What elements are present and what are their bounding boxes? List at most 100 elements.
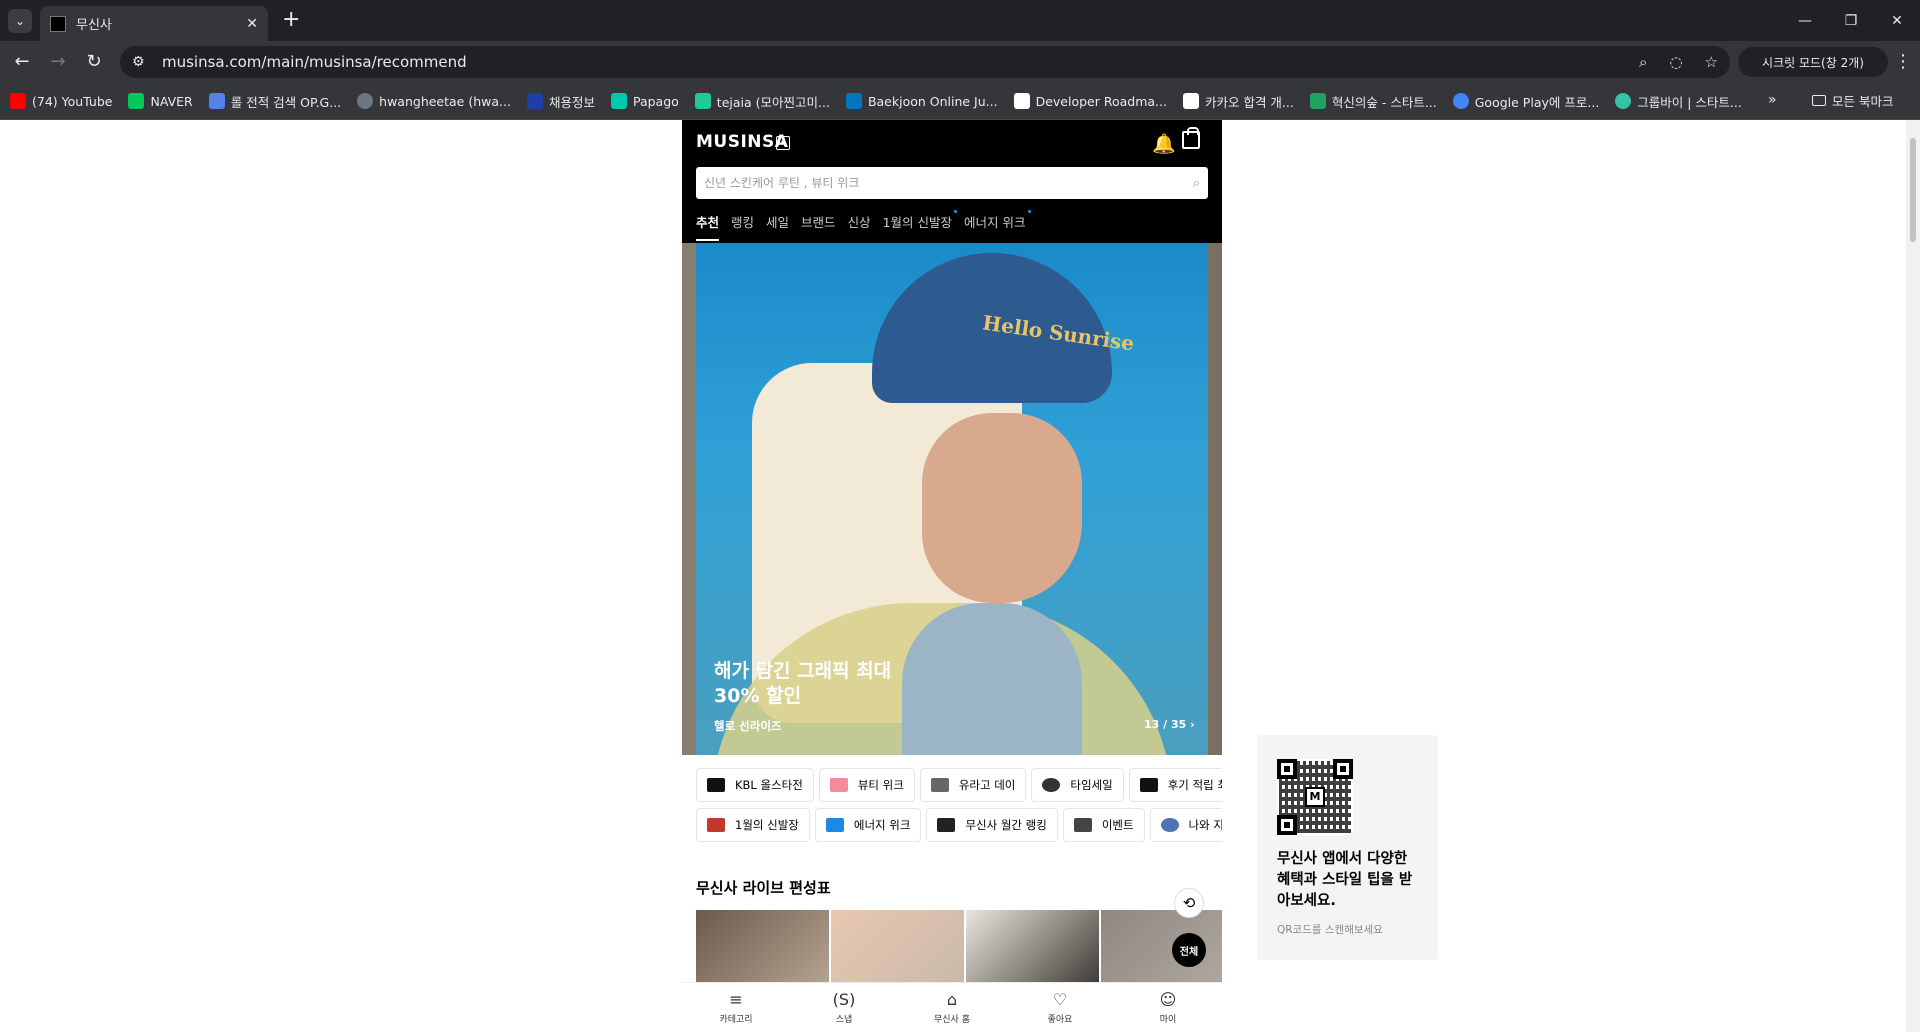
new-tab-plus-icon[interactable]: + <box>282 8 300 32</box>
event-icon <box>1073 818 1092 832</box>
jacket-icon <box>930 778 949 792</box>
browser-tab-active[interactable]: 무신사 ✕ <box>40 6 268 41</box>
bookmark-item[interactable]: 롤 전적 검색 OP.G... <box>208 92 341 111</box>
qr-card-subtitle: QR코드를 스캔해보세요 <box>1277 924 1383 936</box>
tab-title: 무신사 <box>76 18 112 33</box>
forward-arrow-icon[interactable]: → <box>46 50 70 74</box>
zoom-icon[interactable]: ⌕ <box>1639 53 1647 71</box>
tab-close-icon[interactable]: ✕ <box>246 16 258 32</box>
scrollbar-thumb[interactable] <box>1910 138 1916 242</box>
chip-kbl-allstar[interactable]: KBL 올스타전 <box>696 768 814 802</box>
reload-icon[interactable]: ↻ <box>82 50 106 74</box>
clock-icon <box>1042 778 1061 792</box>
bookmark-item[interactable]: Baekjoon Online Ju... <box>845 93 998 109</box>
bookmark-item[interactable]: 혁신의숲 - 스타트... <box>1309 92 1437 111</box>
live-card[interactable] <box>696 910 829 990</box>
chip-review-points[interactable]: 후기 적립 최대 <box>1128 768 1222 802</box>
tracking-protection-eye-icon[interactable]: ◌ <box>1669 53 1682 71</box>
bookmark-item[interactable]: hwangheetae (hwa... <box>357 93 511 109</box>
bookmark-item[interactable]: tejaia (모아찐고미... <box>694 92 830 111</box>
bookmark-item[interactable]: NAVER <box>128 93 193 109</box>
all-bookmarks-button[interactable]: 모든 북마크 <box>1812 91 1893 110</box>
live-card[interactable] <box>966 910 1099 990</box>
address-bar[interactable]: ⚙ musinsa.com/main/musinsa/recommend ⌕ ◌… <box>120 46 1730 78</box>
tab-ranking[interactable]: 랭킹 <box>731 212 754 241</box>
bell-icon[interactable]: 🔔 <box>1152 132 1176 155</box>
snap-icon: (S) <box>832 990 856 1009</box>
bookmark-item[interactable]: 그룹바이 | 스타트... <box>1615 92 1742 111</box>
review-icon <box>1139 778 1158 792</box>
heart-icon: ♡ <box>1052 990 1068 1009</box>
chip-beauty-week[interactable]: 뷰티 위크 <box>818 768 915 802</box>
bottom-nav-my[interactable]: ☺ 마이 <box>1114 983 1222 1032</box>
search-input[interactable] <box>704 176 1193 190</box>
hero-banner[interactable]: Hello Sunrise 해가 담긴 그래픽 최대 30% 할인 헬로 선라이… <box>682 243 1222 755</box>
tab-january-shoes[interactable]: 1월의 신발장 <box>883 210 958 241</box>
chip-event[interactable]: 이벤트 <box>1062 808 1145 842</box>
tab-brand[interactable]: 브랜드 <box>801 212 836 241</box>
bookmark-item[interactable]: Google Play에 프로... <box>1452 92 1599 111</box>
search-bar[interactable]: ⌕ <box>696 167 1208 199</box>
earth-icon <box>1160 818 1179 832</box>
restore-icon[interactable]: ❐ <box>1828 0 1874 41</box>
tab-energy-week[interactable]: 에너지 위크 <box>964 210 1031 241</box>
bottom-nav-home[interactable]: ⌂ 무신사 홈 <box>898 983 1006 1032</box>
bottom-nav-snap[interactable]: (S) 스냅 <box>790 983 898 1032</box>
tab-new[interactable]: 신상 <box>848 212 871 241</box>
qr-code-image: M <box>1277 759 1353 835</box>
bottom-nav-likes[interactable]: ♡ 좋아요 <box>1006 983 1114 1032</box>
bookmark-item[interactable]: 채용정보 <box>526 92 595 111</box>
folder-icon <box>1812 95 1826 106</box>
tab-sale[interactable]: 세일 <box>766 212 789 241</box>
kebab-menu-icon[interactable]: ⋮ <box>1894 51 1912 72</box>
sneaker-icon <box>707 818 725 832</box>
musinsa-logo[interactable]: MUSINSA <box>696 132 788 152</box>
next-slide-peek <box>1208 243 1222 755</box>
chip-earth[interactable]: 나와 지구를 <box>1149 808 1222 842</box>
bottom-nav-category[interactable]: ≡ 카테고리 <box>682 983 790 1032</box>
chip-row: 1월의 신발장 에너지 위크 무신사 월간 랭킹 이벤트 나와 지구를 <box>696 808 1222 842</box>
tab-favicon-icon <box>50 15 66 32</box>
velog-icon <box>694 93 711 109</box>
shopping-bag-icon[interactable] <box>1182 127 1200 149</box>
bookmark-item[interactable]: Papago <box>610 93 679 109</box>
bookmark-item[interactable]: Developer Roadma... <box>1013 93 1167 109</box>
close-window-icon[interactable]: ✕ <box>1874 0 1920 41</box>
minimize-icon[interactable]: — <box>1782 0 1828 41</box>
home-icon: ⌂ <box>946 990 958 1009</box>
banner-model-shirt <box>902 603 1082 755</box>
bookmark-star-icon[interactable]: ☆ <box>1705 53 1718 71</box>
view-all-button[interactable]: 전체 <box>1172 933 1206 967</box>
page-viewport: MUSINSA ▾ 🔔 ⌕ 추천 랭킹 세일 브랜드 신상 1월의 신발장 에너… <box>0 120 1920 1032</box>
bookmarks-overflow-chevron-icon[interactable]: » <box>1768 92 1777 108</box>
back-arrow-icon[interactable]: ← <box>10 50 34 74</box>
banner-model-face <box>922 413 1082 603</box>
tab-list-chevron-icon[interactable]: ⌄ <box>8 9 32 33</box>
musinsa-m-logo-icon: M <box>1305 787 1325 807</box>
bookmark-item[interactable]: 카카오 합격 개... <box>1182 92 1294 111</box>
search-icon[interactable]: ⌕ <box>1193 176 1200 191</box>
chip-monthly-ranking[interactable]: 무신사 월간 랭킹 <box>926 808 1058 842</box>
bookmark-item[interactable]: (74) YouTube <box>10 93 112 109</box>
opgg-icon <box>208 93 225 109</box>
bookmarks-bar: (74) YouTube NAVER 롤 전적 검색 OP.G... hwang… <box>0 83 1920 120</box>
qr-card-title: 무신사 앱에서 다양한 혜택과 스타일 팁을 받아보세요. <box>1277 851 1413 909</box>
recently-viewed-history-icon[interactable]: ⟲ <box>1174 888 1204 918</box>
chip-yurago-day[interactable]: 유라고 데이 <box>919 768 1027 802</box>
naver-icon <box>128 93 145 109</box>
app-header: MUSINSA ▾ 🔔 ⌕ 추천 랭킹 세일 브랜드 신상 1월의 신발장 에너… <box>682 120 1222 243</box>
store-dropdown-chevron-icon[interactable]: ▾ <box>776 136 790 150</box>
site-info-icon[interactable]: ⚙ <box>132 54 156 70</box>
category-tabs: 추천 랭킹 세일 브랜드 신상 1월의 신발장 에너지 위크 <box>696 210 1038 241</box>
chip-time-sale[interactable]: 타임세일 <box>1031 768 1124 802</box>
live-card[interactable] <box>831 910 964 990</box>
banner-counter[interactable]: 13 / 35 › <box>1144 718 1195 731</box>
new-dot-icon <box>1027 210 1031 213</box>
page-scrollbar[interactable] <box>1906 120 1920 1032</box>
chip-energy-week[interactable]: 에너지 위크 <box>814 808 922 842</box>
tab-recommend[interactable]: 추천 <box>696 212 720 241</box>
chip-january-shoes[interactable]: 1월의 신발장 <box>696 808 810 842</box>
url-text[interactable]: musinsa.com/main/musinsa/recommend <box>162 53 1617 71</box>
incognito-badge[interactable]: 시크릿 모드(창 2개) <box>1738 47 1888 77</box>
github-icon <box>357 93 374 109</box>
